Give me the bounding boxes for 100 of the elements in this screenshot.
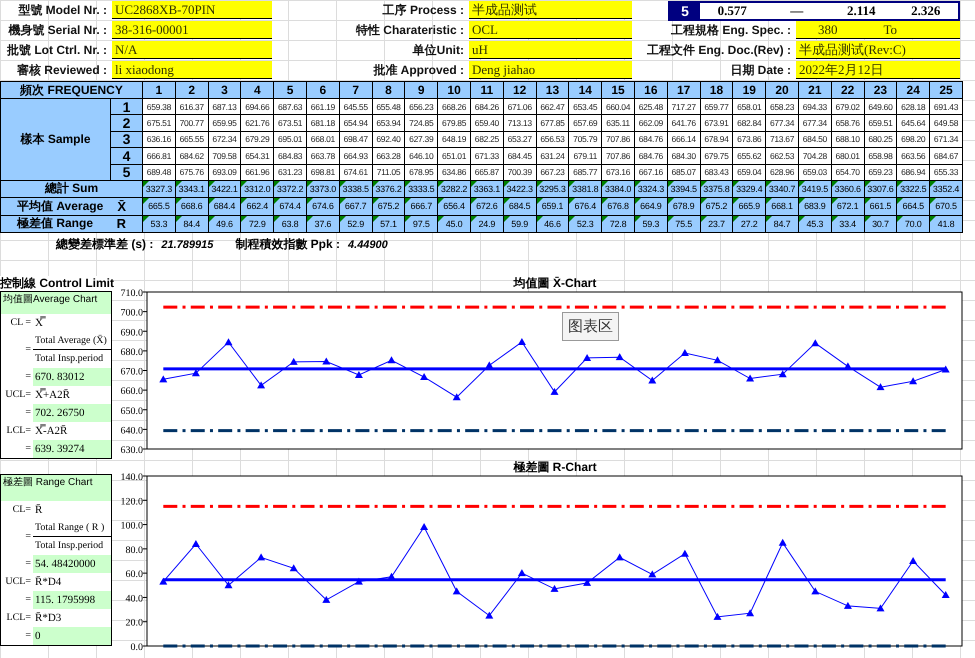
table-cell: 636.16 [143, 132, 175, 148]
table-cell: 662.09 [634, 115, 667, 131]
equals-sign: = [24, 558, 32, 570]
field-value: uH [469, 41, 632, 59]
table-cell: 675.2 [372, 198, 404, 215]
section-title: 控制線 Control Limit [0, 276, 112, 291]
table-cell: 717.27 [668, 99, 700, 114]
table-cell: 676.8 [602, 198, 634, 215]
table-cell: 683.9 [798, 198, 831, 215]
table-cell: 676.4 [569, 198, 602, 215]
column-header: 22 [832, 82, 864, 98]
column-header: 21 [798, 82, 831, 98]
equals-sign: = [24, 371, 32, 382]
field-label: 工程文件 Eng. Doc.(Rev) : [646, 42, 792, 59]
table-cell: 651.01 [438, 148, 470, 164]
axis-tick-label: 650.0 [120, 406, 143, 417]
table-cell: 671.34 [930, 132, 962, 148]
table-cell: 679.85 [438, 115, 470, 131]
table-cell: 3324.3 [634, 180, 667, 197]
table-cell: 667.7 [340, 198, 372, 215]
table-cell: 693.09 [208, 164, 240, 180]
column-header: 17 [668, 82, 700, 98]
row-header: 樣本 Sample [1, 99, 110, 180]
column-header: 20 [766, 82, 798, 98]
table-cell: 684.4 [208, 198, 240, 215]
table-cell: 684.5 [504, 198, 536, 215]
table-cell: 52.9 [340, 216, 372, 232]
row-header: 頻次 FREQUENCY [1, 82, 142, 98]
table-cell: 616.37 [176, 99, 208, 114]
table-cell: 665.55 [176, 132, 208, 148]
table-cell: 660.04 [602, 99, 634, 114]
field-label: 機身號 Serial Nr. : [7, 22, 108, 39]
field-value: UC2868XB-70PIN [112, 1, 272, 19]
axis-tick-label: 680.0 [120, 346, 143, 358]
table-cell: 673.16 [602, 164, 634, 180]
fraction-denominator: Total Insp.period [34, 538, 104, 553]
table-cell: 689.48 [143, 164, 175, 180]
table-cell: 678.9 [668, 198, 700, 215]
field-label: 单位Unit: [412, 42, 465, 59]
table-cell: 648.19 [438, 132, 470, 148]
table-cell: 24.9 [470, 216, 503, 232]
table-cell: 659.95 [208, 115, 240, 131]
table-cell: 33.4 [832, 216, 864, 232]
axis-tick-label: 120.0 [120, 496, 143, 508]
column-header: 6 [306, 82, 339, 98]
table-cell: 656.4 [438, 198, 470, 215]
constant-cell-text: 2.326 [910, 3, 942, 19]
table-cell: 635.11 [602, 115, 634, 131]
formula-label: UCL= [4, 576, 32, 588]
limit-value: 0 [33, 626, 111, 645]
table-cell: 666.81 [143, 148, 175, 164]
table-cell: 63.8 [274, 216, 306, 232]
column-header: 11 [470, 82, 503, 98]
table-cell: 654.70 [832, 164, 864, 180]
table-cell: 627.39 [405, 132, 438, 148]
table-cell: 646.10 [405, 148, 438, 164]
field-label: 工程規格 Eng. Spec. : [670, 22, 792, 39]
table-cell: 711.05 [372, 164, 404, 180]
field-value: Deng jiahao [469, 61, 632, 79]
table-cell: 674.4 [274, 198, 306, 215]
table-cell: 634.86 [438, 164, 470, 180]
table-cell: 684.62 [176, 148, 208, 164]
formula-label: LCL= [5, 612, 32, 624]
limit-value: 115. 1795998 [33, 590, 111, 609]
table-cell: 684.50 [798, 132, 831, 148]
table-cell: 684.26 [470, 99, 503, 114]
axis-tick-label: 660.0 [120, 386, 143, 398]
table-cell: 700.39 [504, 164, 536, 180]
column-header: 3 [208, 82, 240, 98]
table-cell: 680.25 [864, 132, 896, 148]
table-cell: 666.14 [668, 132, 700, 148]
table-cell: 659.40 [470, 115, 503, 131]
table-cell: 53.3 [143, 216, 175, 232]
table-cell: 656.53 [536, 132, 568, 148]
table-cell: 709.58 [208, 148, 240, 164]
column-header: 4 [241, 82, 274, 98]
table-cell: 628.96 [766, 164, 798, 180]
table-cell: 692.40 [372, 132, 404, 148]
column-header: 24 [897, 82, 930, 98]
table-cell: 653.45 [569, 99, 602, 114]
table-cell: 72.8 [602, 216, 634, 232]
axis-tick-label: 690.0 [120, 327, 143, 338]
table-cell: 654.94 [340, 115, 372, 131]
row-header: 5 [111, 164, 142, 180]
table-cell: 672.6 [470, 198, 503, 215]
column-header: 15 [602, 82, 634, 98]
table-cell: 685.07 [668, 164, 700, 180]
column-header: 8 [372, 82, 404, 98]
table-cell: 682.25 [470, 132, 503, 148]
table-cell: 27.2 [733, 216, 766, 232]
symbol-label: R [116, 216, 126, 232]
table-cell: 3282.2 [438, 180, 470, 197]
table-cell: 672.1 [832, 198, 864, 215]
table-cell: 694.33 [798, 99, 831, 114]
table-cell: 707.86 [602, 148, 634, 164]
limit-value: 54. 48420000 [33, 554, 111, 573]
table-cell: 687.63 [274, 99, 306, 114]
table-cell: 672.34 [208, 132, 240, 148]
table-cell: 658.23 [766, 99, 798, 114]
table-cell: 3343.1 [176, 180, 208, 197]
